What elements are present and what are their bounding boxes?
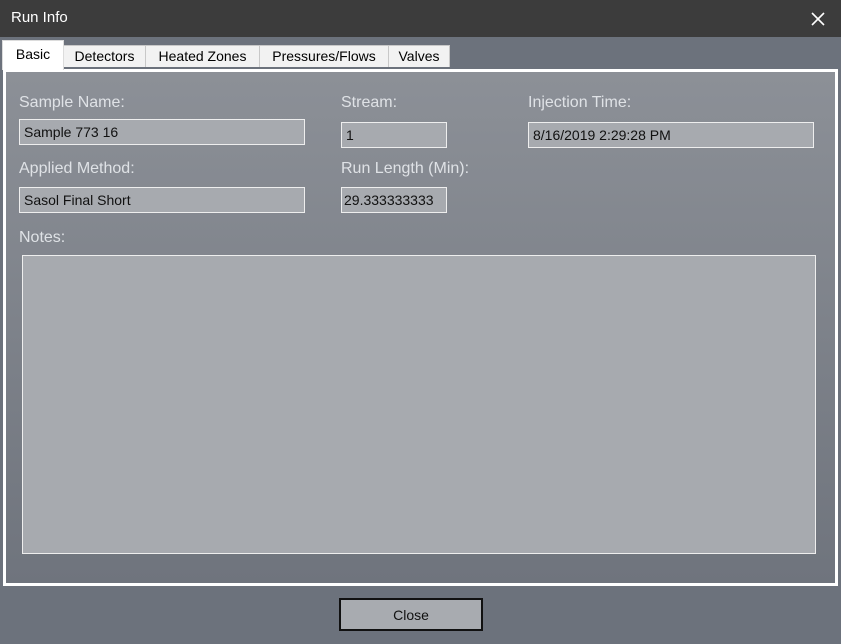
tab-basic[interactable]: Basic <box>2 40 64 70</box>
tab-valves[interactable]: Valves <box>388 45 450 67</box>
close-button[interactable]: Close <box>339 598 483 631</box>
tab-pressures-flows[interactable]: Pressures/Flows <box>259 45 389 67</box>
notes-textarea[interactable] <box>22 255 816 554</box>
run-length-field[interactable]: 29.333333333 <box>341 187 447 213</box>
window-title: Run Info <box>11 9 68 26</box>
tab-heated-zones[interactable]: Heated Zones <box>145 45 260 67</box>
close-icon <box>811 11 825 26</box>
run-length-label: Run Length (Min): <box>341 160 470 177</box>
sample-name-field[interactable]: Sample 773 16 <box>19 119 305 145</box>
title-bar: Run Info <box>0 0 841 37</box>
basic-tab-panel: Sample Name: Sample 773 16 Stream: 1 Inj… <box>3 69 838 586</box>
applied-method-label: Applied Method: <box>19 160 135 177</box>
tab-detectors[interactable]: Detectors <box>63 45 146 67</box>
window-close-button[interactable] <box>795 0 841 37</box>
sample-name-label: Sample Name: <box>19 94 125 111</box>
stream-field[interactable]: 1 <box>341 122 447 148</box>
notes-label: Notes: <box>19 229 66 246</box>
injection-time-field[interactable]: 8/16/2019 2:29:28 PM <box>528 122 814 148</box>
applied-method-field[interactable]: Sasol Final Short <box>19 187 305 213</box>
dialog-footer: Close <box>0 586 841 644</box>
stream-label: Stream: <box>341 94 398 111</box>
tab-strip: Basic Detectors Heated Zones Pressures/F… <box>0 37 841 70</box>
injection-time-label: Injection Time: <box>528 94 632 111</box>
